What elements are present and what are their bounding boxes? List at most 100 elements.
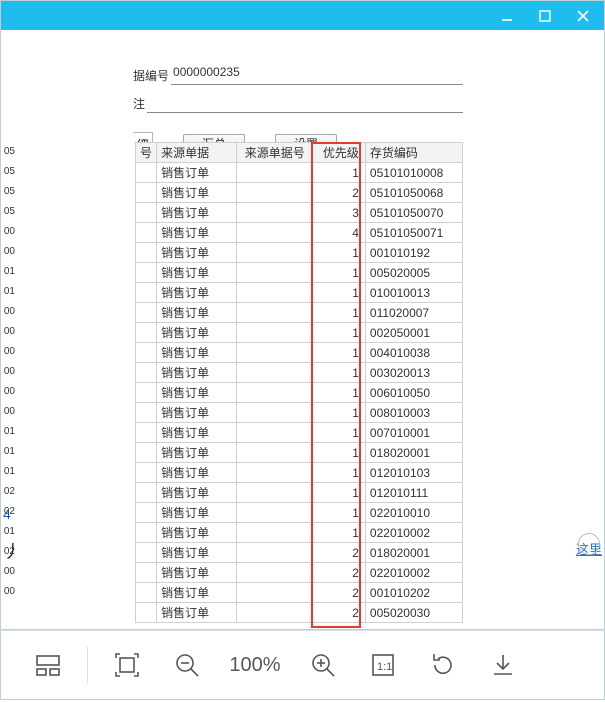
rotate-button[interactable] bbox=[416, 638, 470, 692]
table-row[interactable]: 销售订单1007010001 bbox=[136, 423, 463, 443]
table-header-row: 号 来源单据 来源单据号 优先级 存货编码 bbox=[136, 143, 463, 163]
cell-source: 销售订单 bbox=[157, 503, 237, 523]
table-row[interactable]: 销售订单105101010008 bbox=[136, 163, 463, 183]
cell-seq bbox=[136, 563, 157, 583]
table-row[interactable]: 销售订单1003020013 bbox=[136, 363, 463, 383]
fullscreen-icon bbox=[113, 651, 141, 679]
content-area: 0505050500000101000000000000010101020201… bbox=[0, 30, 605, 630]
cell-inventory: 05101050070 bbox=[365, 203, 462, 223]
cell-inventory: 006010050 bbox=[365, 383, 462, 403]
table-row[interactable]: 销售订单1004010038 bbox=[136, 343, 463, 363]
doc-no-field[interactable]: 0000000235 bbox=[171, 65, 463, 85]
col-inventory[interactable]: 存货编码 bbox=[365, 143, 462, 163]
cell-inventory: 05101050071 bbox=[365, 223, 462, 243]
table-row[interactable]: 销售订单 2018020001 bbox=[136, 543, 463, 563]
cell-priority: 2 bbox=[313, 543, 366, 563]
table-row[interactable]: 销售订单2022010002 bbox=[136, 563, 463, 583]
col-sourceno[interactable]: 来源单据号 bbox=[237, 143, 313, 163]
download-icon bbox=[489, 651, 517, 679]
cell-priority: 1 bbox=[313, 303, 366, 323]
col-source[interactable]: 来源单据 bbox=[157, 143, 237, 163]
col-priority[interactable]: 优先级 bbox=[313, 143, 366, 163]
cell-source: 销售订单 bbox=[157, 583, 237, 603]
cell-sourceno bbox=[237, 543, 313, 563]
cell-sourceno bbox=[237, 263, 313, 283]
close-icon bbox=[576, 9, 590, 23]
table-row[interactable]: 销售订单1022010002 bbox=[136, 523, 463, 543]
cell-priority: 2 bbox=[313, 563, 366, 583]
thumbnails-button[interactable] bbox=[21, 638, 75, 692]
cell-inventory: 001010192 bbox=[365, 243, 462, 263]
close-button[interactable] bbox=[564, 2, 602, 30]
cell-priority: 1 bbox=[313, 323, 366, 343]
cell-source: 销售订单 bbox=[157, 543, 237, 563]
cell-sourceno bbox=[237, 403, 313, 423]
divider bbox=[87, 647, 88, 683]
cell-inventory: 018020001 bbox=[365, 543, 462, 563]
zoom-out-button[interactable] bbox=[160, 638, 214, 692]
table-row[interactable]: 销售订单1005020005 bbox=[136, 263, 463, 283]
table-row[interactable]: 销售订单1006010050 bbox=[136, 383, 463, 403]
cell-sourceno bbox=[237, 323, 313, 343]
cell-sourceno bbox=[237, 183, 313, 203]
table-row[interactable]: 销售订单1008010003 bbox=[136, 403, 463, 423]
cell-inventory: 012010111 bbox=[365, 483, 462, 503]
cell-priority: 3 bbox=[313, 203, 366, 223]
floating-circle[interactable] bbox=[578, 533, 600, 555]
table-viewport: 号 来源单据 来源单据号 优先级 存货编码 销售订单105101010008销售… bbox=[1, 142, 604, 629]
col-seq[interactable]: 号 bbox=[136, 143, 157, 163]
cell-source: 销售订单 bbox=[157, 263, 237, 283]
maximize-button[interactable] bbox=[526, 2, 564, 30]
table-row[interactable]: 销售订单1002050001 bbox=[136, 323, 463, 343]
table-row[interactable]: 销售订单 405101050071 bbox=[136, 223, 463, 243]
cell-inventory: 005020005 bbox=[365, 263, 462, 283]
table-row[interactable]: 销售订单1012010103 bbox=[136, 463, 463, 483]
cell-source: 销售订单 bbox=[157, 183, 237, 203]
cell-seq bbox=[136, 403, 157, 423]
table-row[interactable]: 销售订单305101050070 bbox=[136, 203, 463, 223]
cell-sourceno bbox=[237, 463, 313, 483]
cell-source: 销售订单 bbox=[157, 403, 237, 423]
cell-priority: 4 bbox=[313, 223, 366, 243]
table-row[interactable]: 销售订单2001010202 bbox=[136, 583, 463, 603]
cell-seq bbox=[136, 283, 157, 303]
table-row[interactable]: 销售订单1022010010 bbox=[136, 503, 463, 523]
cell-priority: 2 bbox=[313, 183, 366, 203]
zoom-level[interactable]: 100% bbox=[220, 654, 290, 677]
cell-seq bbox=[136, 483, 157, 503]
table-row[interactable]: 销售订单2005020030 bbox=[136, 603, 463, 623]
table-row[interactable]: 销售订单1011020007 bbox=[136, 303, 463, 323]
zoom-in-icon bbox=[309, 651, 337, 679]
cell-seq bbox=[136, 183, 157, 203]
side-link[interactable]: 4 bbox=[3, 506, 11, 522]
cell-priority: 1 bbox=[313, 483, 366, 503]
doc-no-label: 据编号 bbox=[133, 67, 169, 84]
cell-priority: 1 bbox=[313, 463, 366, 483]
download-button[interactable] bbox=[476, 638, 530, 692]
cell-source: 销售订单 bbox=[157, 223, 237, 243]
actual-size-button[interactable]: 1:1 bbox=[356, 638, 410, 692]
zoom-in-button[interactable] bbox=[296, 638, 350, 692]
cell-source: 销售订单 bbox=[157, 423, 237, 443]
cell-seq bbox=[136, 163, 157, 183]
cell-sourceno bbox=[237, 223, 313, 243]
minimize-button[interactable] bbox=[488, 2, 526, 30]
cell-inventory: 008010003 bbox=[365, 403, 462, 423]
fullscreen-button[interactable] bbox=[100, 638, 154, 692]
cell-inventory: 05101010008 bbox=[365, 163, 462, 183]
table-row[interactable]: 销售订单1018020001 bbox=[136, 443, 463, 463]
cell-sourceno bbox=[237, 303, 313, 323]
cell-priority: 1 bbox=[313, 363, 366, 383]
cell-priority: 1 bbox=[313, 383, 366, 403]
cell-inventory: 001010202 bbox=[365, 583, 462, 603]
table-row[interactable]: 销售订单1010010013 bbox=[136, 283, 463, 303]
remark-label: 注 bbox=[133, 95, 145, 112]
table-row[interactable]: 销售订单1001010192 bbox=[136, 243, 463, 263]
table-row[interactable]: 销售订单1012010111 bbox=[136, 483, 463, 503]
table-row[interactable]: 销售订单205101050068 bbox=[136, 183, 463, 203]
remark-field[interactable] bbox=[147, 93, 463, 113]
cell-seq bbox=[136, 523, 157, 543]
cell-priority: 1 bbox=[313, 443, 366, 463]
cell-seq bbox=[136, 263, 157, 283]
side-char: 丿 bbox=[3, 538, 21, 564]
